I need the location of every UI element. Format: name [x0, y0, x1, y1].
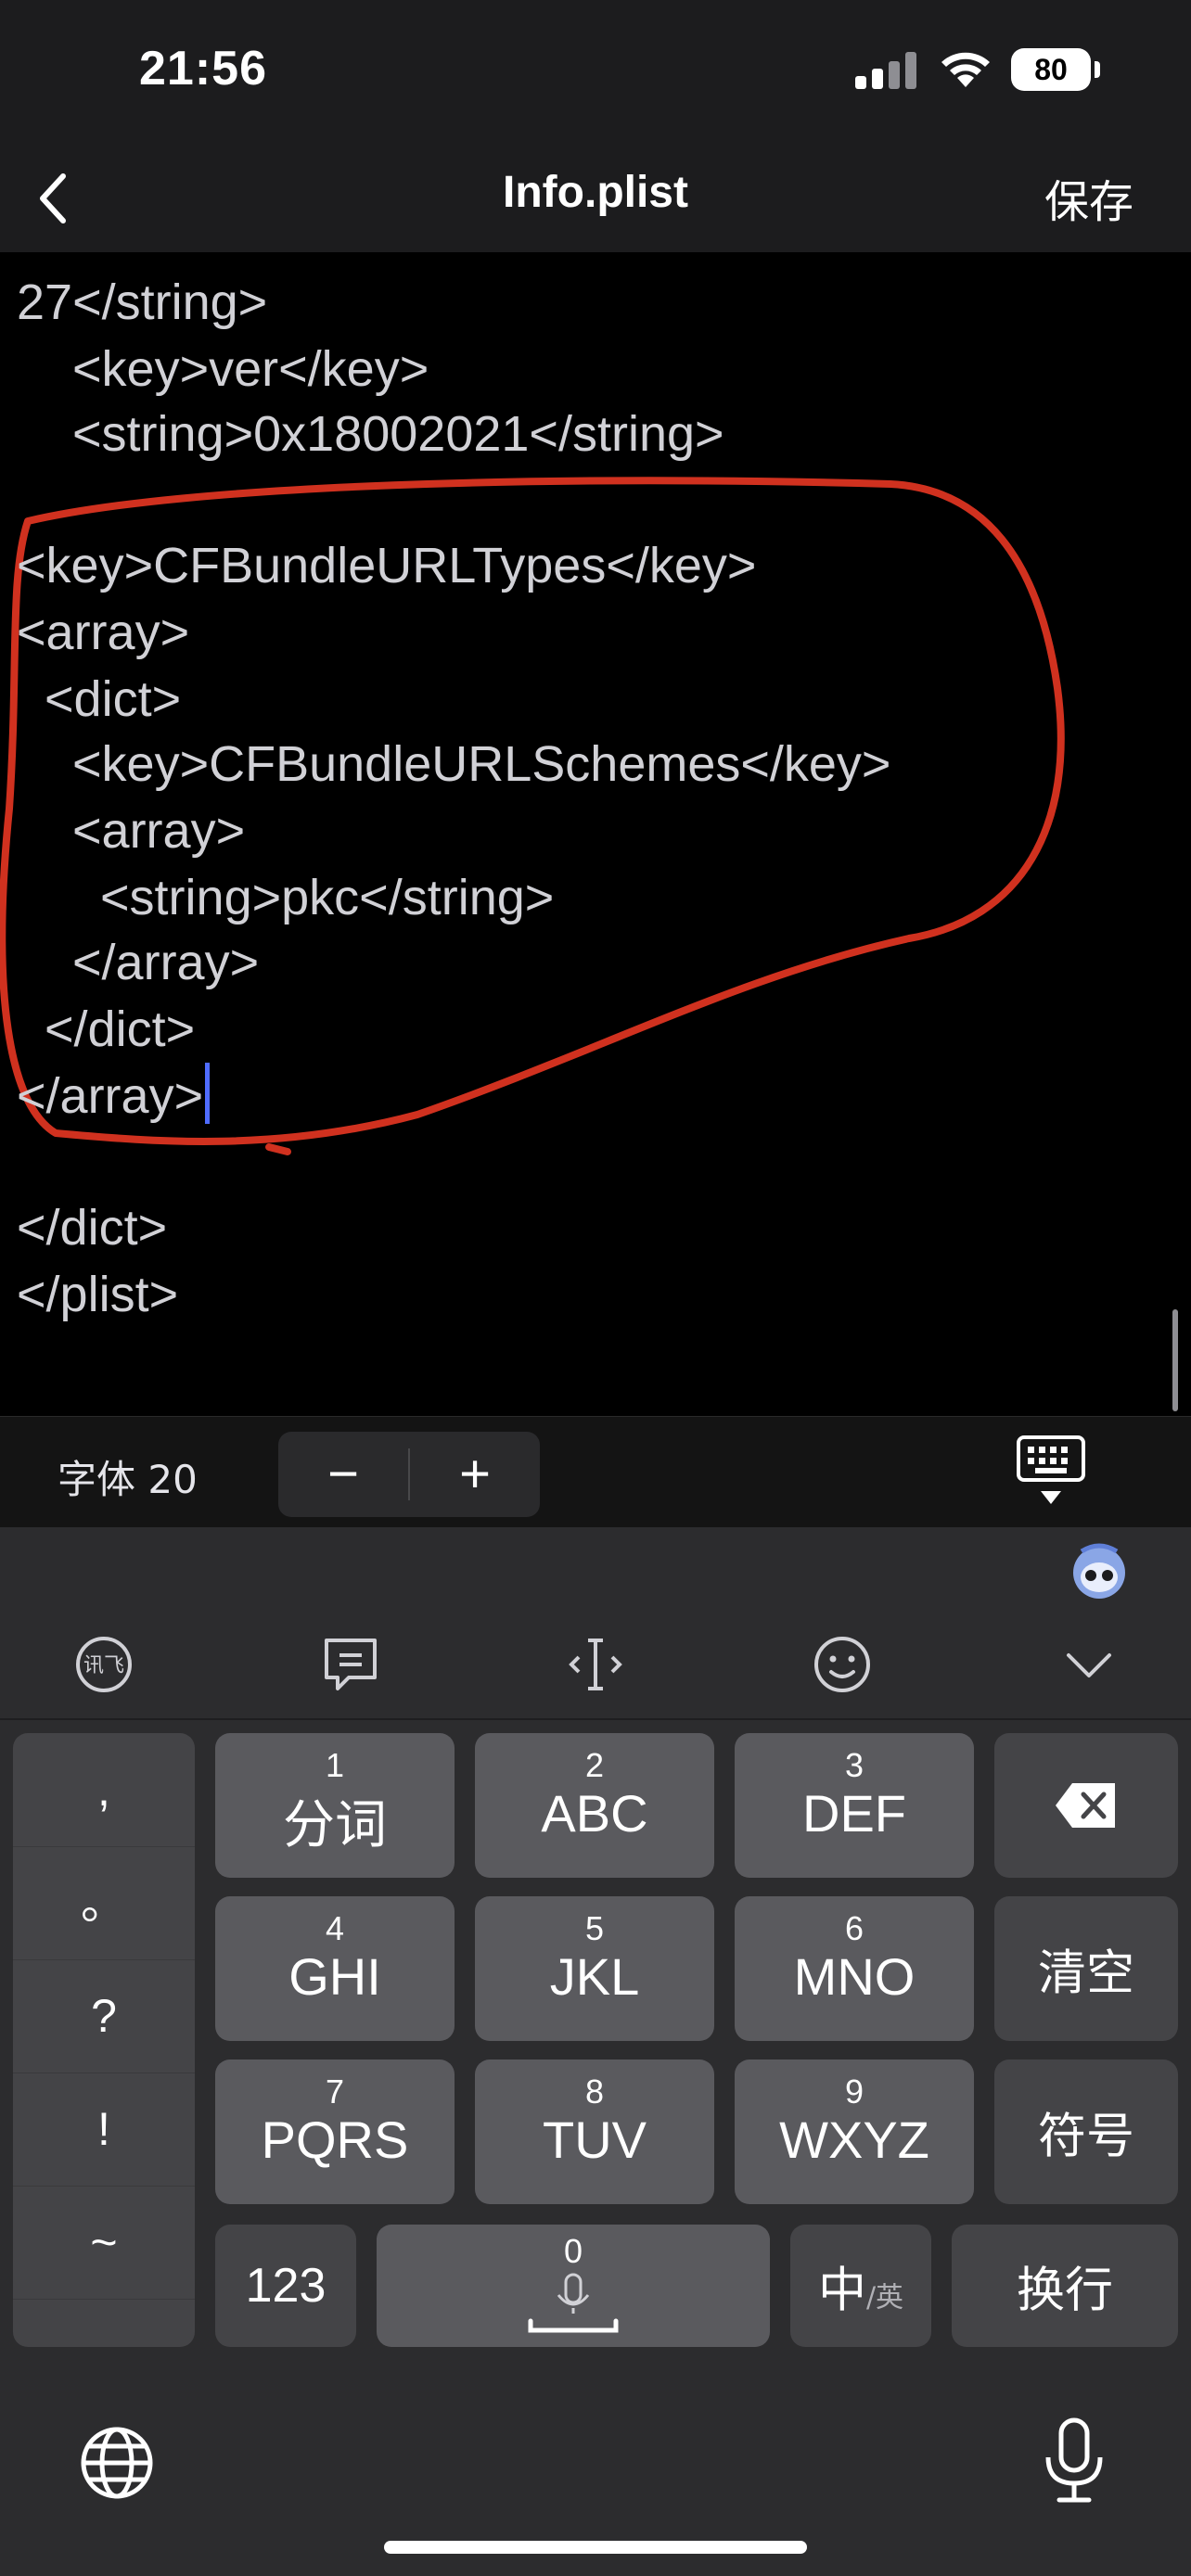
key-letters: TUV [543, 2111, 647, 2169]
key-number: 4 [325, 1909, 345, 1947]
status-bar: 21:56 80 [0, 0, 1191, 139]
key-2[interactable]: 2 ABC [475, 1733, 714, 1878]
code-line: <key>ver</key> [17, 341, 429, 397]
ime-keyboard: 讯飞 , 。 ? ! ~ 1 分词 2 ABC 3 DEF 4 GHI 5 JK… [0, 1527, 1191, 2576]
cellular-signal-icon [855, 52, 918, 89]
numeric-key[interactable]: 123 [215, 2225, 356, 2347]
font-size-toolbar: 字体 20 − + [0, 1416, 1191, 1528]
svg-text:讯飞: 讯飞 [83, 1654, 124, 1677]
key-letters: PQRS [261, 2111, 409, 2169]
punctuation-key[interactable]: ? [13, 1959, 195, 2073]
code-line: </plist> [17, 1267, 179, 1322]
punctuation-key[interactable]: ! [13, 2072, 195, 2187]
language-switch-label: 中/英 [790, 2251, 931, 2321]
key-letters: ABC [541, 1784, 648, 1843]
key-number: 1 [325, 1746, 345, 1784]
language-switch-key[interactable]: 中/英 [790, 2225, 931, 2347]
code-line: </dict> [17, 1001, 196, 1057]
key-letters: WXYZ [779, 2111, 929, 2169]
numeric-key-label: 123 [245, 2259, 327, 2313]
key-letters: JKL [549, 1947, 640, 2006]
clipboard-icon[interactable] [314, 1627, 388, 1702]
backspace-icon [1056, 1783, 1115, 1828]
symbol-key-label: 符号 [1037, 2109, 1134, 2165]
save-button[interactable]: 保存 [1044, 165, 1133, 230]
language-main-label: 中 [817, 2263, 866, 2319]
key-letters: DEF [802, 1784, 906, 1843]
key-number: 5 [584, 1909, 605, 1947]
punctuation-key[interactable]: ~ [13, 2186, 195, 2300]
code-line-text: </array> [17, 1068, 204, 1124]
symbol-key[interactable]: 符号 [994, 2060, 1178, 2204]
code-line-with-cursor: </array> [17, 1063, 211, 1129]
xunfei-icon[interactable]: 讯飞 [67, 1627, 141, 1702]
code-editor[interactable]: 27</string> <key>ver</key> <string>0x180… [0, 252, 1191, 1416]
key-6[interactable]: 6 MNO [735, 1896, 974, 2041]
dictation-mic-icon[interactable] [1035, 2417, 1113, 2506]
code-line: 27</string> [17, 274, 268, 330]
return-key[interactable]: 换行 [952, 2225, 1178, 2347]
battery-indicator: 80 [1011, 48, 1091, 91]
scroll-indicator[interactable] [1172, 1309, 1178, 1411]
key-5[interactable]: 5 JKL [475, 1896, 714, 2041]
key-9[interactable]: 9 WXYZ [735, 2060, 974, 2204]
wifi-icon [941, 52, 990, 87]
emoji-icon[interactable] [805, 1627, 879, 1702]
font-size-stepper: − + [278, 1432, 540, 1517]
key-number: 3 [844, 1746, 864, 1784]
page-title: Info.plist [503, 168, 688, 217]
key-number: 7 [325, 2072, 345, 2111]
space-mic-icon [528, 2273, 619, 2333]
code-line: <key>CFBundleURLTypes</key> [17, 538, 757, 593]
key-8[interactable]: 8 TUV [475, 2060, 714, 2204]
language-sub-label: /英 [865, 2281, 904, 2315]
key-1[interactable]: 1 分词 [215, 1733, 455, 1878]
cursor-move-icon[interactable] [558, 1627, 633, 1702]
code-line: <array> [17, 605, 190, 660]
collapse-chevron-icon[interactable] [1052, 1627, 1126, 1702]
key-number: 9 [844, 2072, 864, 2111]
key-letters: MNO [793, 1947, 916, 2006]
code-line: <string>pkc</string> [17, 870, 555, 925]
return-key-label: 换行 [1016, 2263, 1113, 2319]
home-indicator[interactable] [384, 2541, 807, 2554]
font-size-label: 字体 20 [58, 1457, 198, 1502]
text-cursor [205, 1063, 211, 1124]
keyboard-dismiss-icon[interactable] [1017, 1435, 1085, 1510]
code-line: <key>CFBundleURLSchemes</key> [17, 736, 891, 792]
punctuation-key[interactable]: 。 [13, 1846, 195, 1960]
punctuation-key[interactable]: , [13, 1733, 195, 1847]
key-7[interactable]: 7 PQRS [215, 2060, 455, 2204]
key-4[interactable]: 4 GHI [215, 1896, 455, 2041]
code-line: </dict> [17, 1200, 168, 1256]
key-number: 6 [844, 1909, 864, 1947]
nav-bar: Info.plist 保存 [0, 139, 1191, 252]
code-line: </array> [17, 935, 260, 990]
clear-key[interactable]: 清空 [994, 1896, 1178, 2041]
font-decrease-button[interactable]: − [278, 1432, 408, 1517]
code-line: <string>0x18002021</string> [17, 406, 724, 462]
keyboard-toolbar: 讯飞 [0, 1527, 1191, 1720]
code-line: <array> [17, 803, 246, 859]
backspace-key[interactable] [994, 1733, 1178, 1878]
font-increase-button[interactable]: + [410, 1432, 540, 1517]
space-key[interactable]: 0 [377, 2225, 770, 2347]
code-line: <dict> [17, 671, 182, 727]
status-time: 21:56 [139, 42, 267, 96]
key-3[interactable]: 3 DEF [735, 1733, 974, 1878]
key-letters: GHI [288, 1947, 381, 2006]
battery-tip [1095, 61, 1100, 78]
punctuation-column: , 。 ? ! ~ [13, 1733, 195, 2347]
key-number: 2 [584, 1746, 605, 1784]
key-number: 8 [584, 2072, 605, 2111]
globe-icon[interactable] [78, 2424, 156, 2502]
key-letters: 分词 [283, 1795, 387, 1855]
clear-key-label: 清空 [1037, 1945, 1134, 2002]
space-key-number: 0 [563, 2232, 583, 2270]
mascot-icon[interactable] [1069, 1540, 1130, 1601]
